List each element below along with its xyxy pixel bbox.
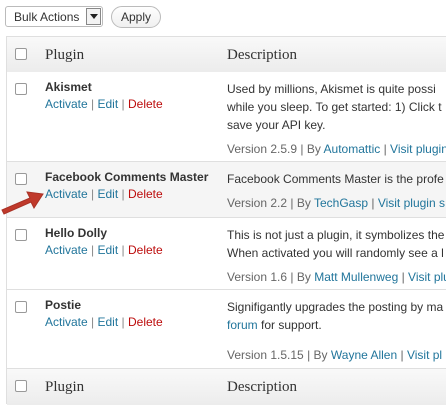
- plugin-meta: Version 1.6 | By Matt Mullenweg | Visit …: [227, 270, 446, 284]
- separator: |: [121, 187, 125, 201]
- description-line: This is not just a plugin, it symbolizes…: [227, 228, 445, 242]
- plugin-name: Postie: [45, 298, 82, 312]
- separator: |: [121, 315, 125, 329]
- row-actions: Activate | Edit | Delete: [45, 315, 163, 329]
- visit-plugin-link[interactable]: Visit plu: [408, 270, 446, 284]
- plugin-name: Akismet: [45, 80, 92, 94]
- activate-link[interactable]: Activate: [45, 97, 88, 111]
- select-all-checkbox[interactable]: [15, 48, 27, 60]
- plugin-description: Used by millions, Akismet is quite possi…: [227, 80, 446, 134]
- column-header-description: Description: [227, 47, 297, 63]
- edit-link[interactable]: Edit: [98, 97, 119, 111]
- description-text: for support.: [257, 318, 322, 332]
- table-footer: Plugin Description: [7, 368, 446, 405]
- column-footer-description: Description: [227, 379, 297, 395]
- row-actions: Activate | Edit | Delete: [45, 97, 163, 111]
- visit-plugin-link[interactable]: Visit pl: [407, 348, 442, 362]
- select-all-checkbox[interactable]: [15, 380, 27, 392]
- plugins-table: Plugin Description Akismet Activate | Ed…: [6, 36, 446, 405]
- row-checkbox[interactable]: [15, 301, 27, 313]
- plugin-name: Facebook Comments Master: [45, 170, 209, 184]
- by-label: By: [313, 348, 328, 362]
- plugin-version: Version 1.6: [227, 270, 288, 284]
- chevron-down-icon[interactable]: [86, 8, 101, 25]
- forum-link[interactable]: forum: [227, 318, 258, 332]
- plugin-meta: Version 2.2 | By TechGasp | Visit plugin…: [227, 196, 445, 210]
- activate-link[interactable]: Activate: [45, 315, 88, 329]
- author-link[interactable]: Automattic: [324, 142, 381, 156]
- description-line: Facebook Comments Master is the profe: [227, 172, 444, 186]
- table-row: Postie Activate | Edit | Delete Signifig…: [7, 290, 446, 368]
- delete-link[interactable]: Delete: [128, 187, 163, 201]
- description-line: When activated you will randomly see a l: [227, 246, 444, 260]
- bulk-actions-value: Bulk Actions: [14, 10, 80, 24]
- description-line: while you sleep. To get started: 1) Clic…: [227, 100, 442, 114]
- apply-button[interactable]: Apply: [111, 6, 161, 28]
- by-label: By: [296, 270, 311, 284]
- activate-link[interactable]: Activate: [45, 243, 88, 257]
- row-checkbox[interactable]: [15, 229, 27, 241]
- edit-link[interactable]: Edit: [98, 243, 119, 257]
- separator: |: [91, 187, 95, 201]
- plugin-description: Signifigantly upgrades the posting by ma…: [227, 298, 446, 334]
- plugin-version: Version 1.5.15: [227, 348, 304, 362]
- author-link[interactable]: TechGasp: [314, 196, 368, 210]
- author-link[interactable]: Matt Mullenweg: [314, 270, 398, 284]
- table-header: Plugin Description: [7, 37, 446, 73]
- delete-link[interactable]: Delete: [128, 97, 163, 111]
- edit-link[interactable]: Edit: [98, 315, 119, 329]
- column-header-plugin: Plugin: [45, 47, 85, 63]
- separator: |: [121, 97, 125, 111]
- activate-link[interactable]: Activate: [45, 187, 88, 201]
- separator: |: [121, 243, 125, 257]
- plugin-meta: Version 1.5.15 | By Wayne Allen | Visit …: [227, 348, 443, 362]
- bulk-actions-select[interactable]: Bulk Actions: [5, 6, 103, 27]
- separator: |: [91, 97, 95, 111]
- description-line: Signifigantly upgrades the posting by ma: [227, 300, 444, 314]
- author-link[interactable]: Wayne Allen: [331, 348, 397, 362]
- red-arrow-icon: [1, 191, 44, 215]
- plugin-name: Hello Dolly: [45, 226, 108, 240]
- delete-link[interactable]: Delete: [128, 243, 163, 257]
- description-line: save your API key.: [227, 118, 326, 132]
- separator: |: [91, 243, 95, 257]
- separator: |: [91, 315, 95, 329]
- row-actions: Activate | Edit | Delete: [45, 243, 163, 257]
- plugin-description: Facebook Comments Master is the profe: [227, 170, 446, 188]
- table-row: Akismet Activate | Edit | Delete Used by…: [7, 72, 446, 162]
- row-checkbox[interactable]: [15, 83, 27, 95]
- description-line: forum for support.: [227, 316, 446, 334]
- plugin-meta: Version 2.5.9 | By Automattic | Visit pl…: [227, 142, 446, 156]
- edit-link[interactable]: Edit: [98, 187, 119, 201]
- table-row: Facebook Comments Master Activate | Edit…: [7, 162, 446, 218]
- row-actions: Activate | Edit | Delete: [45, 187, 163, 201]
- plugin-version: Version 2.5.9: [227, 142, 298, 156]
- description-line: Used by millions, Akismet is quite possi: [227, 82, 436, 96]
- visit-plugin-link[interactable]: Visit plugin: [390, 142, 446, 156]
- row-checkbox[interactable]: [15, 173, 27, 185]
- bulk-actions-bar: Bulk Actions Apply: [0, 0, 446, 36]
- plugin-version: Version 2.2: [227, 196, 288, 210]
- plugin-description: This is not just a plugin, it symbolizes…: [227, 226, 446, 262]
- column-footer-plugin: Plugin: [45, 379, 85, 395]
- delete-link[interactable]: Delete: [128, 315, 163, 329]
- by-label: By: [306, 142, 321, 156]
- visit-plugin-link[interactable]: Visit plugin s: [378, 196, 445, 210]
- table-row: Hello Dolly Activate | Edit | Delete Thi…: [7, 218, 446, 290]
- by-label: By: [296, 196, 311, 210]
